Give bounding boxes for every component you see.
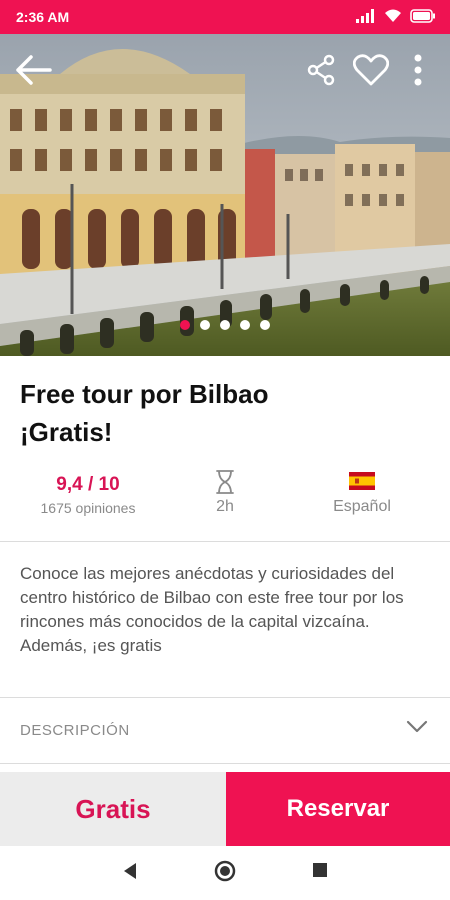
battery-icon bbox=[410, 9, 436, 28]
heart-icon bbox=[353, 54, 389, 86]
more-vert-icon bbox=[414, 54, 422, 86]
signal-icon bbox=[356, 9, 376, 28]
carousel-dot[interactable] bbox=[220, 320, 230, 330]
tour-title-line2: ¡Gratis! bbox=[20, 417, 113, 447]
hero-actions bbox=[0, 34, 450, 104]
status-bar: 2:36 AM bbox=[0, 0, 450, 34]
spain-flag-icon bbox=[287, 470, 437, 496]
carousel-dot[interactable] bbox=[260, 320, 270, 330]
duration-value: 2h bbox=[216, 498, 234, 515]
divider bbox=[0, 541, 450, 542]
share-icon bbox=[307, 54, 335, 86]
price-label: Gratis bbox=[0, 772, 226, 846]
carousel-dot[interactable] bbox=[240, 320, 250, 330]
status-time: 2:36 AM bbox=[16, 9, 70, 25]
rating-score: 9,4 / 10 bbox=[56, 474, 120, 495]
divider bbox=[0, 763, 450, 764]
duration-block: 2h bbox=[150, 470, 300, 516]
nav-back-icon[interactable] bbox=[122, 862, 138, 885]
back-arrow-icon bbox=[16, 55, 52, 85]
wifi-icon bbox=[384, 9, 402, 28]
tour-description: Conoce las mejores anécdotas y curiosida… bbox=[20, 564, 404, 655]
booking-bar: Gratis Reservar bbox=[0, 772, 450, 846]
hourglass-icon bbox=[150, 470, 300, 496]
system-nav-bar bbox=[0, 846, 450, 900]
nav-home-icon[interactable] bbox=[214, 860, 236, 887]
description-section-toggle[interactable]: DESCRIPCIÓN bbox=[0, 698, 450, 762]
back-button[interactable] bbox=[14, 50, 54, 90]
section-label: DESCRIPCIÓN bbox=[20, 722, 130, 739]
chevron-down-icon bbox=[406, 720, 428, 739]
review-count: 1675 opiniones bbox=[40, 500, 136, 516]
more-options-button[interactable] bbox=[404, 50, 432, 90]
language-value: Español bbox=[333, 498, 391, 515]
share-button[interactable] bbox=[302, 50, 340, 90]
carousel-dot[interactable] bbox=[200, 320, 210, 330]
hero-image[interactable] bbox=[0, 34, 450, 356]
book-button[interactable]: Reservar bbox=[226, 772, 450, 846]
carousel-dot[interactable] bbox=[180, 320, 190, 330]
rating-block[interactable]: 9,4 / 10 1675 opiniones bbox=[13, 470, 163, 516]
tour-title: Free tour por Bilbao ¡Gratis! bbox=[20, 375, 430, 451]
tour-info-row: 9,4 / 10 1675 opiniones 2h Español bbox=[0, 470, 450, 530]
favorite-button[interactable] bbox=[350, 50, 392, 90]
language-block: Español bbox=[287, 470, 437, 516]
nav-recents-icon[interactable] bbox=[312, 862, 328, 883]
tour-title-line1: Free tour por Bilbao bbox=[20, 379, 269, 409]
carousel-indicator[interactable] bbox=[0, 320, 450, 330]
status-icons bbox=[356, 9, 436, 28]
